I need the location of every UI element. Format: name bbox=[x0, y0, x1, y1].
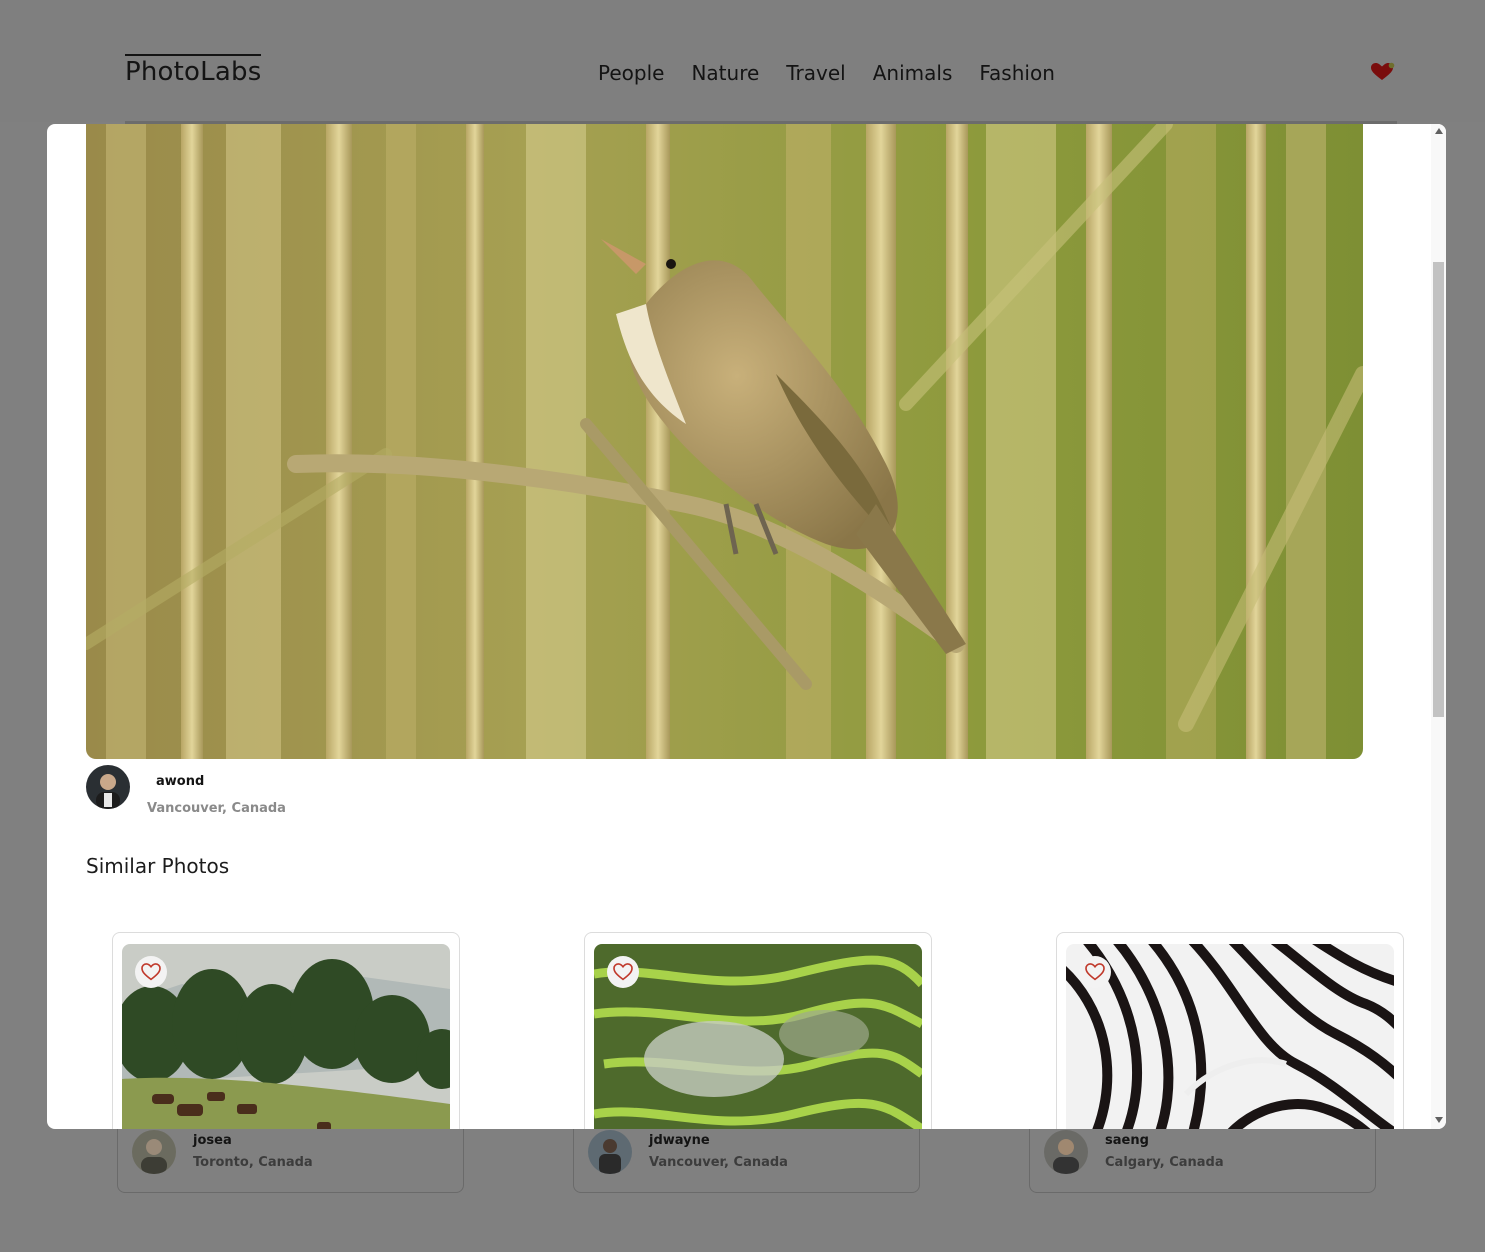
heart-icon bbox=[1085, 963, 1105, 981]
author-location: Vancouver, Canada bbox=[147, 801, 286, 816]
background-photo-card[interactable]: jdwayne Vancouver, Canada bbox=[573, 1120, 920, 1193]
username: saeng bbox=[1105, 1133, 1149, 1148]
photo-thumbnail[interactable] bbox=[1066, 944, 1394, 1129]
photo-thumbnail[interactable] bbox=[594, 944, 922, 1129]
avatar bbox=[132, 1130, 176, 1174]
modal-scrollbar[interactable] bbox=[1431, 124, 1446, 1129]
topic-animals[interactable]: Animals bbox=[873, 61, 953, 85]
avatar bbox=[588, 1130, 632, 1174]
background-photo-card[interactable]: saeng Calgary, Canada bbox=[1029, 1120, 1376, 1193]
user-location: Calgary, Canada bbox=[1105, 1155, 1224, 1170]
topic-list: People Nature Travel Animals Fashion bbox=[598, 61, 1055, 85]
similar-photo-card[interactable] bbox=[584, 932, 932, 1129]
heart-icon bbox=[141, 963, 161, 981]
user-location: Toronto, Canada bbox=[193, 1155, 313, 1170]
main-photo bbox=[86, 124, 1363, 759]
heart-icon bbox=[613, 963, 633, 981]
author-avatar bbox=[86, 765, 130, 809]
avatar bbox=[1044, 1130, 1088, 1174]
photo-details-modal: awond Vancouver, Canada Similar Photos bbox=[47, 124, 1446, 1129]
background-photo-card[interactable]: josea Toronto, Canada bbox=[117, 1120, 464, 1193]
topic-travel[interactable]: Travel bbox=[786, 61, 845, 85]
photo-thumbnail[interactable] bbox=[122, 944, 450, 1129]
similar-photos-heading: Similar Photos bbox=[86, 854, 230, 878]
app-logo[interactable]: PhotoLabs bbox=[125, 54, 262, 87]
author-username: awond bbox=[156, 774, 205, 789]
similar-photo-card[interactable] bbox=[1056, 932, 1404, 1129]
username: josea bbox=[193, 1133, 232, 1148]
scroll-down-arrow-icon[interactable] bbox=[1435, 1117, 1443, 1123]
topic-people[interactable]: People bbox=[598, 61, 664, 85]
favourite-button[interactable] bbox=[607, 956, 639, 988]
top-navigation-bar: PhotoLabs People Nature Travel Animals F… bbox=[0, 0, 1485, 122]
similar-photo-card[interactable] bbox=[112, 932, 460, 1129]
favourite-button[interactable] bbox=[135, 956, 167, 988]
scroll-up-arrow-icon[interactable] bbox=[1435, 128, 1443, 134]
user-location: Vancouver, Canada bbox=[649, 1155, 788, 1170]
favourite-button[interactable] bbox=[1079, 956, 1111, 988]
scrollbar-thumb[interactable] bbox=[1433, 262, 1444, 717]
topic-fashion[interactable]: Fashion bbox=[979, 61, 1055, 85]
username: jdwayne bbox=[649, 1133, 710, 1148]
favourites-heart-icon[interactable] bbox=[1370, 62, 1396, 82]
topic-nature[interactable]: Nature bbox=[691, 61, 759, 85]
